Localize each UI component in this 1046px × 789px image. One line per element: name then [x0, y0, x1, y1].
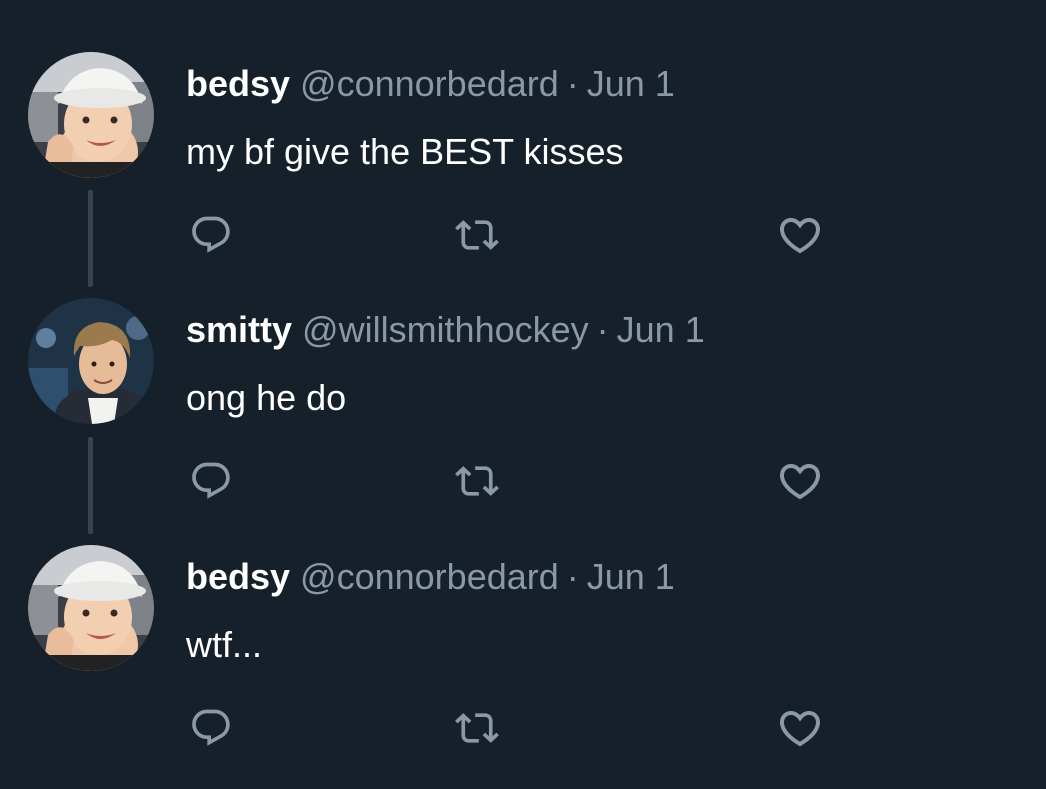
- like-button[interactable]: [775, 456, 825, 506]
- tweet-actions: [0, 456, 1046, 506]
- separator-dot: ·: [596, 309, 609, 350]
- tweet-actions: [0, 703, 1046, 753]
- avatar[interactable]: [28, 545, 154, 671]
- tweet-header: bedsy @connorbedard · Jun 1: [186, 62, 675, 106]
- retweet-icon: [455, 459, 499, 503]
- reply-icon: [189, 459, 233, 503]
- reply-button[interactable]: [186, 703, 236, 753]
- retweet-button[interactable]: [452, 456, 502, 506]
- retweet-button[interactable]: [452, 210, 502, 260]
- username[interactable]: @connorbedard: [300, 556, 559, 597]
- display-name[interactable]: bedsy: [186, 556, 290, 597]
- separator-dot: ·: [566, 63, 579, 104]
- display-name[interactable]: bedsy: [186, 63, 290, 104]
- tweet-text: ong he do: [186, 377, 347, 418]
- heart-icon: [776, 704, 824, 752]
- avatar[interactable]: [28, 52, 154, 178]
- reply-button[interactable]: [186, 210, 236, 260]
- avatar[interactable]: [28, 298, 154, 424]
- like-button[interactable]: [775, 210, 825, 260]
- separator-dot: ·: [566, 556, 579, 597]
- tweet-date[interactable]: Jun 1: [587, 63, 675, 104]
- tweet-text: my bf give the BEST kisses: [186, 131, 624, 172]
- tweet-header: smitty @willsmithhockey · Jun 1: [186, 308, 705, 352]
- tweet-actions: [0, 210, 1046, 260]
- profile-photo-white-bucket-hat-icon: [28, 52, 154, 178]
- tweet-date[interactable]: Jun 1: [617, 309, 705, 350]
- tweet-header: bedsy @connorbedard · Jun 1: [186, 555, 675, 599]
- tweet-text: wtf...: [186, 624, 263, 665]
- heart-icon: [776, 457, 824, 505]
- heart-icon: [776, 211, 824, 259]
- username[interactable]: @connorbedard: [300, 63, 559, 104]
- username[interactable]: @willsmithhockey: [302, 309, 589, 350]
- reply-button[interactable]: [186, 456, 236, 506]
- retweet-button[interactable]: [452, 703, 502, 753]
- reply-icon: [189, 706, 233, 750]
- profile-photo-white-bucket-hat-icon: [28, 545, 154, 671]
- like-button[interactable]: [775, 703, 825, 753]
- tweet-date[interactable]: Jun 1: [587, 556, 675, 597]
- display-name[interactable]: smitty: [186, 309, 292, 350]
- reply-icon: [189, 213, 233, 257]
- profile-photo-curly-hair-icon: [28, 298, 154, 424]
- retweet-icon: [455, 213, 499, 257]
- retweet-icon: [455, 706, 499, 750]
